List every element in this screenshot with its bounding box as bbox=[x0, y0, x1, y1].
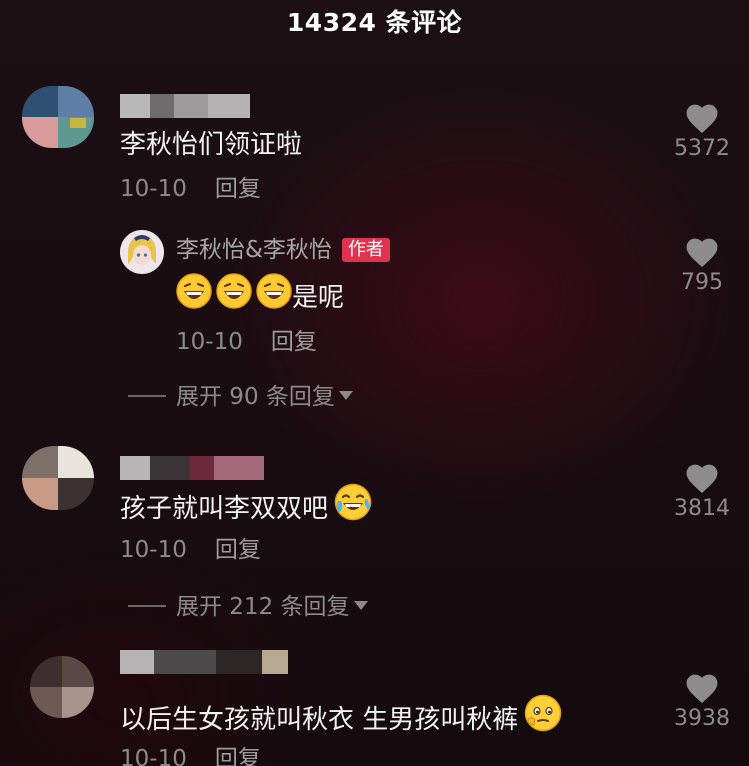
reply-button[interactable]: 回复 bbox=[215, 746, 261, 766]
author-name[interactable]: 李秋怡&李秋怡 作者 bbox=[176, 235, 390, 265]
comment-meta: 10-10 回复 bbox=[120, 744, 261, 766]
username-blurred[interactable] bbox=[120, 456, 264, 480]
tears-of-joy-emoji bbox=[334, 483, 372, 530]
comment-text-content: 以后生女孩就叫秋衣 生男孩叫秋裤 bbox=[120, 705, 519, 735]
comment-date: 10-10 bbox=[120, 537, 187, 563]
reply-date: 10-10 bbox=[176, 329, 243, 355]
author-avatar[interactable] bbox=[120, 230, 164, 274]
comment-text-content: 孩子就叫李双双吧 bbox=[120, 494, 329, 524]
like-button[interactable]: 3938 bbox=[662, 670, 742, 733]
comment-text: 孩子就叫李双双吧 bbox=[120, 483, 372, 533]
comment-text: 李秋怡们领证啦 bbox=[120, 130, 303, 160]
reply-button[interactable]: 回复 bbox=[215, 176, 261, 202]
expand-replies-button[interactable]: 展开 212 条回复 bbox=[128, 592, 368, 622]
grinning-laugh-emoji bbox=[176, 273, 212, 318]
like-button[interactable]: 5372 bbox=[662, 100, 742, 163]
comment-count-title: 14324 条评论 bbox=[286, 8, 463, 37]
avatar[interactable] bbox=[30, 656, 94, 718]
thinking-emoji bbox=[524, 694, 562, 741]
caret-down-icon bbox=[338, 391, 353, 400]
like-button[interactable]: 795 bbox=[662, 234, 742, 297]
like-count: 795 bbox=[681, 270, 723, 295]
reply-button[interactable]: 回复 bbox=[271, 329, 317, 355]
like-button[interactable]: 3814 bbox=[662, 460, 742, 523]
author-badge: 作者 bbox=[341, 238, 390, 262]
reply-text-content: 是呢 bbox=[292, 283, 345, 313]
avatar[interactable] bbox=[22, 446, 94, 510]
caret-down-icon bbox=[353, 601, 368, 610]
like-count: 5372 bbox=[674, 136, 730, 161]
divider-line bbox=[128, 604, 166, 607]
username-blurred[interactable] bbox=[120, 94, 250, 118]
reply-meta: 10-10 回复 bbox=[176, 327, 317, 357]
comment-date: 10-10 bbox=[120, 176, 187, 202]
heart-icon bbox=[686, 674, 718, 703]
grinning-laugh-emoji bbox=[216, 273, 252, 318]
anime-girl-avatar-image bbox=[120, 230, 164, 274]
comment-date: 10-10 bbox=[120, 746, 187, 766]
like-count: 3938 bbox=[674, 706, 730, 731]
heart-icon bbox=[686, 464, 718, 493]
expand-replies-button[interactable]: 展开 90 条回复 bbox=[128, 382, 353, 412]
reply-text: 是呢 bbox=[176, 273, 345, 321]
comment-meta: 10-10 回复 bbox=[120, 174, 261, 204]
username-blurred[interactable] bbox=[120, 650, 288, 674]
comment-text: 以后生女孩就叫秋衣 生男孩叫秋裤 bbox=[120, 694, 562, 744]
grinning-laugh-emoji bbox=[256, 273, 292, 318]
reply-button[interactable]: 回复 bbox=[215, 537, 261, 563]
heart-icon bbox=[686, 238, 718, 267]
heart-icon bbox=[686, 104, 718, 133]
comment-meta: 10-10 回复 bbox=[120, 535, 261, 565]
like-count: 3814 bbox=[674, 496, 730, 521]
avatar[interactable] bbox=[22, 86, 94, 148]
divider-line bbox=[128, 394, 166, 397]
